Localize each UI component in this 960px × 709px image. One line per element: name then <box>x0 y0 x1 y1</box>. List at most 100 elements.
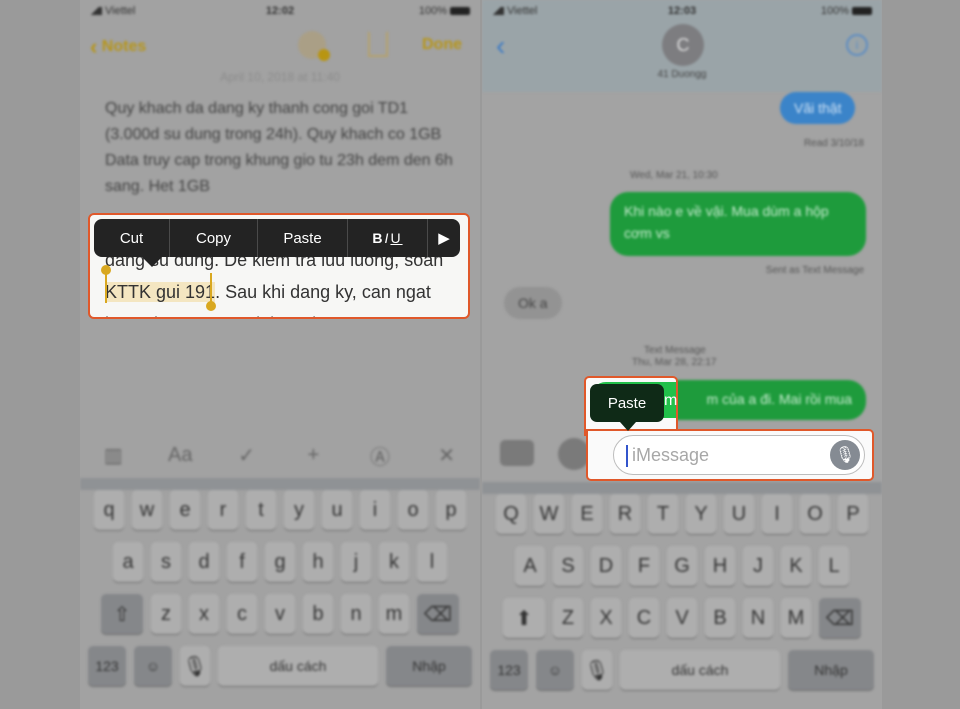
message-bubble-sent[interactable]: Vãi thật <box>780 92 856 124</box>
battery-label: 100% <box>418 5 447 17</box>
key[interactable]: W <box>534 494 564 534</box>
key[interactable]: U <box>724 494 754 534</box>
key[interactable]: G <box>667 546 697 586</box>
checklist-icon[interactable]: ✓ <box>235 443 259 468</box>
table-icon[interactable]: ▥ <box>101 443 125 468</box>
key[interactable]: y <box>284 490 314 530</box>
key[interactable]: A <box>515 546 545 586</box>
key[interactable]: c <box>227 594 257 634</box>
selection-end-handle[interactable] <box>206 273 216 311</box>
key[interactable]: T <box>648 494 678 534</box>
back-button[interactable]: ‹ Notes <box>90 34 146 60</box>
add-icon[interactable]: + <box>301 444 325 467</box>
key[interactable]: R <box>610 494 640 534</box>
key[interactable]: e <box>170 490 200 530</box>
return-key[interactable]: Nhập <box>788 650 874 690</box>
emoji-key[interactable]: ☺ <box>134 646 172 686</box>
key[interactable]: Q <box>496 494 526 534</box>
key[interactable]: D <box>591 546 621 586</box>
key[interactable]: V <box>667 598 697 638</box>
key[interactable]: x <box>189 594 219 634</box>
message-bubble-sms[interactable]: Khi nào e về vậi. Mua dùm a hộp cơm vs <box>610 192 866 256</box>
key[interactable]: Z <box>553 598 583 638</box>
shift-key[interactable]: ⇧ <box>101 594 143 634</box>
delete-key[interactable]: ⌫ <box>417 594 459 634</box>
note-body[interactable]: Quy khach da dang ky thanh cong goi TD1 … <box>105 96 455 200</box>
battery-label: 100% <box>820 5 849 17</box>
close-icon[interactable]: ✕ <box>435 443 459 468</box>
cut-button[interactable]: Cut <box>94 219 170 257</box>
key[interactable]: O <box>800 494 830 534</box>
key[interactable]: B <box>705 598 735 638</box>
key[interactable]: s <box>151 542 181 582</box>
return-key[interactable]: Nhập <box>386 646 472 686</box>
space-key[interactable]: dấu cách <box>218 646 378 686</box>
selection-start-handle[interactable] <box>101 265 111 303</box>
key[interactable]: N <box>743 598 773 638</box>
key[interactable]: o <box>398 490 428 530</box>
key[interactable]: b <box>303 594 333 634</box>
key[interactable]: u <box>322 490 352 530</box>
key-row-3: ⇧ z x c v b n m ⌫ <box>84 594 476 634</box>
key[interactable]: L <box>819 546 849 586</box>
paste-button[interactable]: Paste <box>590 384 664 431</box>
key[interactable]: n <box>341 594 371 634</box>
message-bubble-received[interactable]: Ok a <box>504 287 562 319</box>
paste-button[interactable]: Paste <box>258 219 348 257</box>
key[interactable]: J <box>743 546 773 586</box>
format-icon[interactable]: Aa <box>168 444 192 467</box>
key[interactable]: d <box>189 542 219 582</box>
key[interactable]: q <box>94 490 124 530</box>
space-key[interactable]: dấu cách <box>620 650 780 690</box>
key[interactable]: z <box>151 594 181 634</box>
copy-button[interactable]: Copy <box>170 219 258 257</box>
key[interactable]: k <box>379 542 409 582</box>
numbers-key[interactable]: 123 <box>88 646 126 686</box>
numbers-key[interactable]: 123 <box>490 650 528 690</box>
camera-icon[interactable] <box>500 440 534 466</box>
format-biu-button[interactable]: BIU <box>348 219 428 257</box>
key[interactable]: g <box>265 542 295 582</box>
key[interactable]: P <box>838 494 868 534</box>
key[interactable]: w <box>132 490 162 530</box>
key[interactable]: j <box>341 542 371 582</box>
key[interactable]: f <box>227 542 257 582</box>
key[interactable]: p <box>436 490 466 530</box>
key[interactable]: C <box>629 598 659 638</box>
dictation-key[interactable]: 🎙 <box>582 650 612 690</box>
contact-avatar[interactable]: C <box>662 24 704 66</box>
microphone-icon[interactable]: 🎙 <box>830 440 860 470</box>
key[interactable]: a <box>113 542 143 582</box>
imessage-input[interactable]: iMessage 🎙 <box>613 435 865 475</box>
key[interactable]: v <box>265 594 295 634</box>
more-arrow-icon[interactable]: ▶ <box>428 219 460 257</box>
key[interactable]: Y <box>686 494 716 534</box>
share-icon[interactable] <box>368 31 388 57</box>
key[interactable]: m <box>379 594 409 634</box>
key[interactable]: X <box>591 598 621 638</box>
key[interactable]: K <box>781 546 811 586</box>
key[interactable]: t <box>246 490 276 530</box>
keyboard: Q W E R T Y U I O P A S D F G H J K L ⬆ … <box>482 482 882 690</box>
selected-text[interactable]: KTTK gui 191 <box>105 282 216 302</box>
key[interactable]: E <box>572 494 602 534</box>
key[interactable]: h <box>303 542 333 582</box>
key[interactable]: M <box>781 598 811 638</box>
emoji-key[interactable]: ☺ <box>536 650 574 690</box>
key[interactable]: S <box>553 546 583 586</box>
key[interactable]: F <box>629 546 659 586</box>
back-chevron-icon[interactable]: ‹ <box>496 30 505 62</box>
key[interactable]: H <box>705 546 735 586</box>
contact-name[interactable]: 41 Duongg <box>482 69 882 80</box>
dictation-key[interactable]: 🎙 <box>180 646 210 686</box>
key[interactable]: I <box>762 494 792 534</box>
markup-icon[interactable]: Ⓐ <box>368 441 392 470</box>
collaborator-icon[interactable] <box>298 31 330 61</box>
delete-key[interactable]: ⌫ <box>819 598 861 638</box>
info-icon[interactable]: i <box>846 34 868 56</box>
key[interactable]: i <box>360 490 390 530</box>
shift-key[interactable]: ⬆ <box>503 598 545 638</box>
key[interactable]: l <box>417 542 447 582</box>
done-button[interactable]: Done <box>422 36 462 54</box>
key[interactable]: r <box>208 490 238 530</box>
